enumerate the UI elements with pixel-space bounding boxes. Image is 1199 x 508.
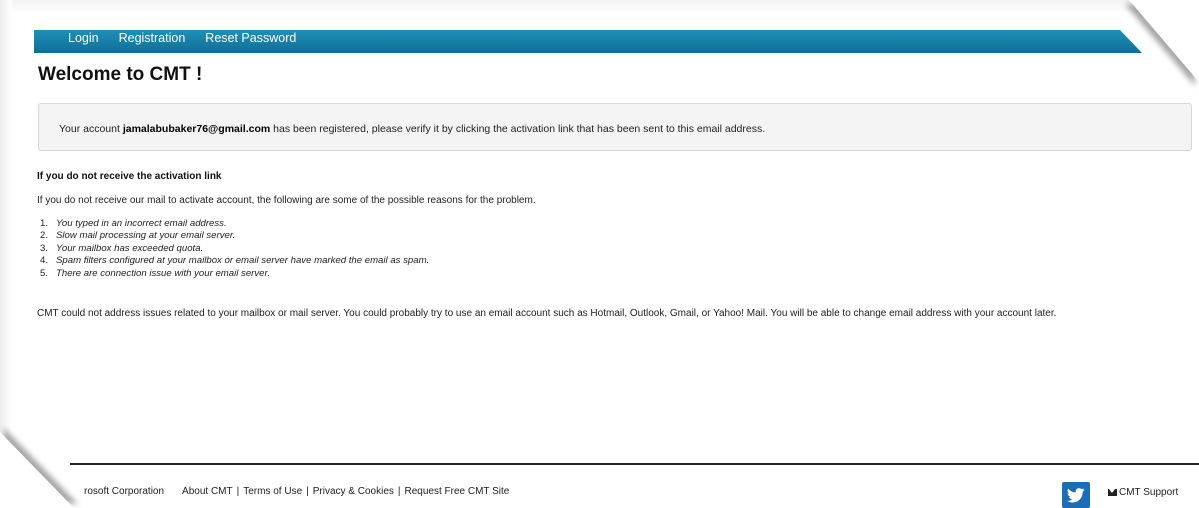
page: Login Registration Reset Password Welcom… xyxy=(0,0,1199,508)
list-number: 2. xyxy=(40,230,49,242)
help-note: CMT could not address issues related to … xyxy=(37,308,1057,319)
top-navigation: Login Registration Reset Password xyxy=(34,30,1142,53)
nav-registration-link[interactable]: Registration xyxy=(119,30,186,53)
list-number: 1. xyxy=(40,218,49,229)
page-title: Welcome to CMT ! xyxy=(38,64,203,85)
list-item: 5. There are connection issue with your e… xyxy=(40,268,429,280)
help-heading: If you do not receive the activation lin… xyxy=(37,171,222,182)
alert-suffix: has been registered, please verify it by… xyxy=(270,123,766,135)
twitter-bird-icon xyxy=(1067,487,1085,502)
list-number: 5. xyxy=(40,267,49,279)
list-number: 4. xyxy=(40,255,49,267)
paper-edge-left xyxy=(0,0,12,440)
footer-separator: | xyxy=(306,486,309,497)
footer-separator: | xyxy=(397,486,401,497)
list-item: 4. Spam filters configured at your mailbo… xyxy=(40,255,429,267)
twitter-icon[interactable] xyxy=(1062,482,1090,508)
list-item: 2. Slow mail processing at your email ser… xyxy=(40,230,429,242)
registration-alert: Your account jamalabubaker76@gmail.com h… xyxy=(38,103,1192,151)
list-item: 1. You typed in an incorrect email addres… xyxy=(40,218,429,230)
support-link[interactable]: CMT Support xyxy=(1108,487,1178,498)
footer-separator: | xyxy=(236,486,240,497)
reason-text: Your mailbox has exceeded quota. xyxy=(56,242,204,254)
reason-text: You typed in an incorrect email address. xyxy=(56,218,227,229)
list-item: 3. Your mailbox has exceeded quota. xyxy=(40,243,429,255)
reasons-list: 1. You typed in an incorrect email addres… xyxy=(40,218,429,280)
footer-request-site-link[interactable]: Request Free CMT Site xyxy=(405,486,510,497)
nav-login-link[interactable]: Login xyxy=(68,30,99,53)
help-intro: If you do not receive our mail to activa… xyxy=(37,195,536,206)
list-number: 3. xyxy=(40,242,49,254)
footer: rosoft Corporation About CMT | Terms of … xyxy=(84,486,1199,508)
alert-email: jamalabubaker76@gmail.com xyxy=(122,123,271,135)
page-curl-bottom-left xyxy=(0,432,74,508)
reason-text: There are connection issue with your ema… xyxy=(56,267,270,279)
reason-text: Slow mail processing at your email serve… xyxy=(56,230,236,242)
paper-edge-top xyxy=(0,0,1140,14)
nav-reset-password-link[interactable]: Reset Password xyxy=(205,30,296,53)
support-label: CMT Support xyxy=(1119,487,1179,498)
page-curl-top-right xyxy=(1129,0,1199,82)
mail-icon xyxy=(1108,489,1117,496)
footer-privacy-link[interactable]: Privacy & Cookies xyxy=(313,486,394,497)
reason-text: Spam filters configured at your mailbox … xyxy=(56,255,430,267)
footer-about-link[interactable]: About CMT xyxy=(182,486,233,497)
footer-copyright: rosoft Corporation xyxy=(84,486,165,497)
footer-divider xyxy=(70,463,1199,465)
footer-terms-link[interactable]: Terms of Use xyxy=(243,486,302,497)
alert-prefix: Your account xyxy=(59,123,123,135)
